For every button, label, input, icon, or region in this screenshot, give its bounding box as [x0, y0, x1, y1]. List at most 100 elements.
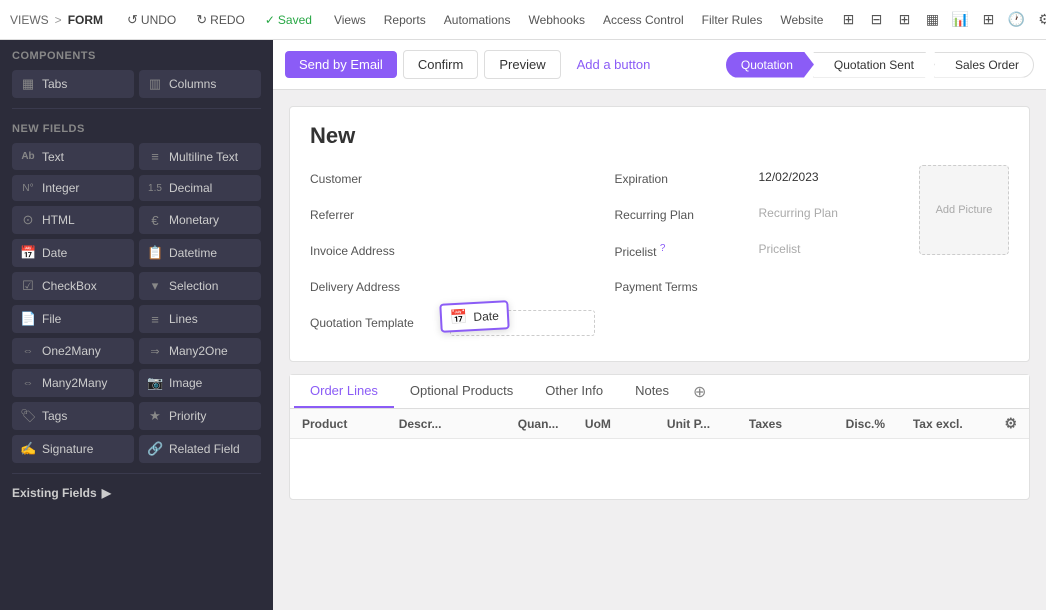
saved-label: Saved	[278, 13, 312, 27]
views-label[interactable]: VIEWS	[10, 13, 49, 27]
sidebar-item-priority[interactable]: ★ Priority	[139, 402, 261, 430]
invoice-address-label: Invoice Address	[310, 244, 450, 258]
table-header: Product Descr... Quan... UoM Unit P... T…	[290, 409, 1029, 439]
lines-label: Lines	[169, 312, 198, 326]
icon-kanban-view[interactable]: ⊟	[863, 7, 889, 33]
sidebar-item-text[interactable]: Ab Text	[12, 143, 134, 170]
date-icon: 📅	[20, 245, 36, 261]
date-widget-label: Date	[473, 308, 499, 323]
undo-button[interactable]: ↺ UNDO	[119, 8, 184, 32]
nav-views[interactable]: Views	[328, 9, 372, 31]
sidebar-item-datetime[interactable]: 📋 Datetime	[139, 239, 261, 267]
tab-add-button[interactable]: ⊕	[685, 376, 714, 408]
add-picture-button[interactable]: Add Picture	[919, 165, 1009, 255]
monetary-icon: €	[147, 213, 163, 228]
preview-button[interactable]: Preview	[484, 50, 560, 79]
newfields-section: New Fields Ab Text ≡ Multiline Text N° I…	[0, 113, 273, 469]
th-taxes: Taxes	[745, 417, 842, 431]
field-row-referrer: Referrer	[310, 201, 595, 229]
icon-clock-view[interactable]: 🕐	[1003, 7, 1029, 33]
sidebar-item-integer[interactable]: N° Integer	[12, 175, 134, 201]
toolbar: Send by Email Confirm Preview Add a butt…	[273, 40, 1046, 90]
delivery-address-value[interactable]	[450, 276, 595, 298]
add-button-button[interactable]: Add a button	[567, 51, 661, 78]
confirm-button[interactable]: Confirm	[403, 50, 479, 79]
sidebar-item-many2many[interactable]: ⇔ Many2Many	[12, 369, 134, 397]
nav-website[interactable]: Website	[774, 9, 829, 31]
redo-button[interactable]: ↻ REDO	[188, 8, 253, 32]
table-settings-icon[interactable]: ⚙	[1004, 415, 1017, 431]
icon-list-view[interactable]: ⊞	[835, 7, 861, 33]
nav-access-control[interactable]: Access Control	[597, 9, 690, 31]
one2many-label: One2Many	[42, 344, 101, 358]
file-label: File	[42, 312, 61, 326]
saved-button[interactable]: ✓ Saved	[257, 9, 320, 31]
sidebar-item-date[interactable]: 📅 Date	[12, 239, 134, 267]
sidebar-item-signature[interactable]: ✍ Signature	[12, 435, 134, 463]
tab-optional-products[interactable]: Optional Products	[394, 375, 529, 408]
customer-value[interactable]	[450, 168, 595, 190]
sidebar-item-many2one[interactable]: ⇒ Many2One	[139, 338, 261, 364]
multiline-label: Multiline Text	[169, 150, 238, 164]
nav-reports[interactable]: Reports	[378, 9, 432, 31]
pricelist-label: Pricelist ?	[615, 243, 755, 259]
th-disc: Disc.%	[842, 417, 909, 431]
sidebar-item-multiline[interactable]: ≡ Multiline Text	[139, 143, 261, 170]
tab-notes[interactable]: Notes	[619, 375, 685, 408]
sidebar-item-checkbox[interactable]: ☑ CheckBox	[12, 272, 134, 300]
sidebar-divider-2	[12, 473, 261, 474]
form-right: Expiration 12/02/2023 Recurring Plan Rec…	[615, 165, 900, 345]
one2many-icon: ⇔	[20, 345, 36, 357]
icon-chart-view[interactable]: 📊	[947, 7, 973, 33]
monetary-label: Monetary	[169, 213, 219, 227]
many2many-icon: ⇔	[20, 377, 36, 389]
invoice-address-value[interactable]	[450, 240, 595, 262]
sidebar-item-related-field[interactable]: 🔗 Related Field	[139, 435, 261, 463]
status-quotation[interactable]: Quotation	[726, 52, 814, 78]
nav-webhooks[interactable]: Webhooks	[522, 9, 590, 31]
sidebar-item-selection[interactable]: ▾ Selection	[139, 272, 261, 300]
view-icons: ⊞ ⊟ ⊞ ▦ 📊 ⊞ 🕐 ⚙ 🔍	[835, 7, 1046, 33]
columns-icon: ▥	[147, 76, 163, 92]
status-sales-order[interactable]: Sales Order	[934, 52, 1034, 78]
sidebar-item-one2many[interactable]: ⇔ One2Many	[12, 338, 134, 364]
sidebar-item-tabs[interactable]: ▦ Tabs	[12, 70, 134, 98]
icon-table-view[interactable]: ⊞	[891, 7, 917, 33]
tab-other-info[interactable]: Other Info	[529, 375, 619, 408]
recurring-plan-value[interactable]: Recurring Plan	[755, 204, 900, 226]
payment-terms-value[interactable]	[755, 276, 900, 298]
sidebar-item-image[interactable]: 📷 Image	[139, 369, 261, 397]
columns-label: Columns	[169, 77, 216, 91]
pricelist-value[interactable]: Pricelist	[755, 240, 900, 262]
icon-pivot-view[interactable]: ⊞	[975, 7, 1001, 33]
nav-automations[interactable]: Automations	[438, 9, 517, 31]
sidebar-item-columns[interactable]: ▥ Columns	[139, 70, 261, 98]
top-nav: VIEWS > FORM ↺ UNDO ↻ REDO ✓ Saved Views…	[0, 0, 1046, 40]
tab-order-lines[interactable]: Order Lines	[294, 375, 394, 408]
existing-fields-row[interactable]: Existing Fields ▶	[0, 478, 273, 508]
sidebar-item-decimal[interactable]: 1.5 Decimal	[139, 175, 261, 201]
sidebar-item-html[interactable]: ⊙ HTML	[12, 206, 134, 234]
status-quotation-sent[interactable]: Quotation Sent	[813, 52, 935, 78]
quotation-template-wrapper: 📅 Date	[450, 310, 595, 336]
related-field-icon: 🔗	[147, 441, 163, 457]
field-row-customer: Customer	[310, 165, 595, 193]
nav-filter-rules[interactable]: Filter Rules	[696, 9, 769, 31]
sidebar-item-lines[interactable]: ≡ Lines	[139, 305, 261, 333]
form-title: New	[310, 123, 1009, 149]
expiration-label: Expiration	[615, 172, 755, 186]
icon-gantt-view[interactable]: ▦	[919, 7, 945, 33]
date-widget[interactable]: 📅 Date	[439, 300, 509, 333]
sidebar-item-monetary[interactable]: € Monetary	[139, 206, 261, 234]
field-row-payment-terms: Payment Terms	[615, 273, 900, 301]
expiration-value[interactable]: 12/02/2023	[755, 168, 900, 190]
many2one-icon: ⇒	[147, 345, 163, 358]
send-email-button[interactable]: Send by Email	[285, 51, 397, 78]
table-body	[290, 439, 1029, 499]
sidebar-item-tags[interactable]: 🏷 Tags	[12, 402, 134, 430]
icon-settings[interactable]: ⚙	[1031, 7, 1046, 33]
referrer-value[interactable]	[450, 204, 595, 226]
status-bar: Quotation Quotation Sent Sales Order	[726, 52, 1034, 78]
redo-label: REDO	[210, 13, 245, 27]
sidebar-item-file[interactable]: 📄 File	[12, 305, 134, 333]
